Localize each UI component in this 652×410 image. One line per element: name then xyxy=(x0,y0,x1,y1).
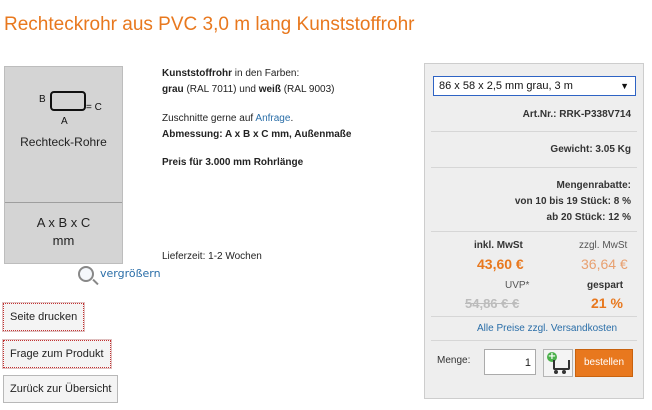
request-link[interactable]: Anfrage xyxy=(255,113,290,124)
weight: Gewicht: 3.05 Kg xyxy=(550,144,631,155)
incl-vat-label: inkl. MwSt xyxy=(474,240,523,251)
quantity-label: Menge: xyxy=(437,355,471,366)
order-button[interactable]: bestellen xyxy=(575,349,633,377)
add-to-cart-icon-button[interactable]: + xyxy=(543,349,573,377)
print-page-button[interactable]: Seite drucken xyxy=(1,302,86,332)
uvp-price: 54,86 € € xyxy=(465,296,520,311)
product-image[interactable]: B = C A Rechteck-Rohre A x B x C mm xyxy=(4,66,123,264)
ask-question-button[interactable]: Frage zum Produkt xyxy=(2,339,112,369)
divider xyxy=(431,167,637,168)
buy-box: 86 x 58 x 2,5 mm grau, 3 m ▼ Art.Nr.: RR… xyxy=(424,63,644,399)
price-excl-vat: 36,64 € xyxy=(581,256,628,272)
description-line-3: Zuschnitte gerne auf Anfrage. xyxy=(162,113,294,124)
excl-vat-label: zzgl. MwSt xyxy=(579,240,628,251)
magnifier-icon xyxy=(78,266,94,282)
image-caption: Rechteck-Rohre xyxy=(20,135,107,149)
divider xyxy=(431,231,637,232)
uvp-label: UVP* xyxy=(505,280,530,291)
description-line-2: grau (RAL 7011) und weiß (RAL 9003) xyxy=(162,84,335,95)
image-label-b: B xyxy=(39,94,46,105)
divider xyxy=(431,340,637,341)
saved-label: gespart xyxy=(587,280,624,291)
cart-icon xyxy=(553,360,570,370)
image-label-a: A xyxy=(61,116,68,127)
page-title: Rechteckrohr aus PVC 3,0 m lang Kunststo… xyxy=(4,14,415,35)
delivery-time: Lieferzeit: 1-2 Wochen xyxy=(162,251,262,262)
quantity-input[interactable]: 1 xyxy=(484,349,536,375)
zoom-link[interactable]: vergrößern xyxy=(78,266,161,282)
divider xyxy=(431,316,637,317)
image-formula: A x B x C xyxy=(36,215,91,230)
image-label-c: = C xyxy=(86,102,102,113)
product-description: Kunststoffrohr in den Farben: grau (RAL … xyxy=(162,66,351,171)
image-divider xyxy=(5,202,122,203)
rectangle-tube-icon xyxy=(50,91,86,111)
zoom-label: vergrößern xyxy=(100,267,161,280)
shipping-costs-link[interactable]: Alle Preise zzgl. Versandkosten xyxy=(477,323,617,334)
dropdown-arrow-icon: ▼ xyxy=(620,81,629,91)
discount-title: Mengenrabatte: xyxy=(556,180,631,191)
variant-select[interactable]: 86 x 58 x 2,5 mm grau, 3 m ▼ xyxy=(433,76,636,96)
description-line-5: Preis für 3.000 mm Rohrlänge xyxy=(162,157,304,168)
back-to-overview-button[interactable]: Zurück zur Übersicht xyxy=(3,375,119,403)
divider xyxy=(431,131,637,132)
article-number: Art.Nr.: RRK-P338V714 xyxy=(522,109,631,120)
discount-tier-2: ab 20 Stück: 12 % xyxy=(546,212,631,223)
image-unit: mm xyxy=(52,233,75,248)
description-line-4: Abmessung: A x B x C mm, Außenmaße xyxy=(162,129,352,140)
saved-percent: 21 % xyxy=(591,295,623,311)
price-incl-vat: 43,60 € xyxy=(477,256,524,272)
discount-tier-1: von 10 bis 19 Stück: 8 % xyxy=(514,196,631,207)
description-line-1: Kunststoffrohr in den Farben: xyxy=(162,68,300,79)
variant-selected: 86 x 58 x 2,5 mm grau, 3 m xyxy=(439,80,573,92)
